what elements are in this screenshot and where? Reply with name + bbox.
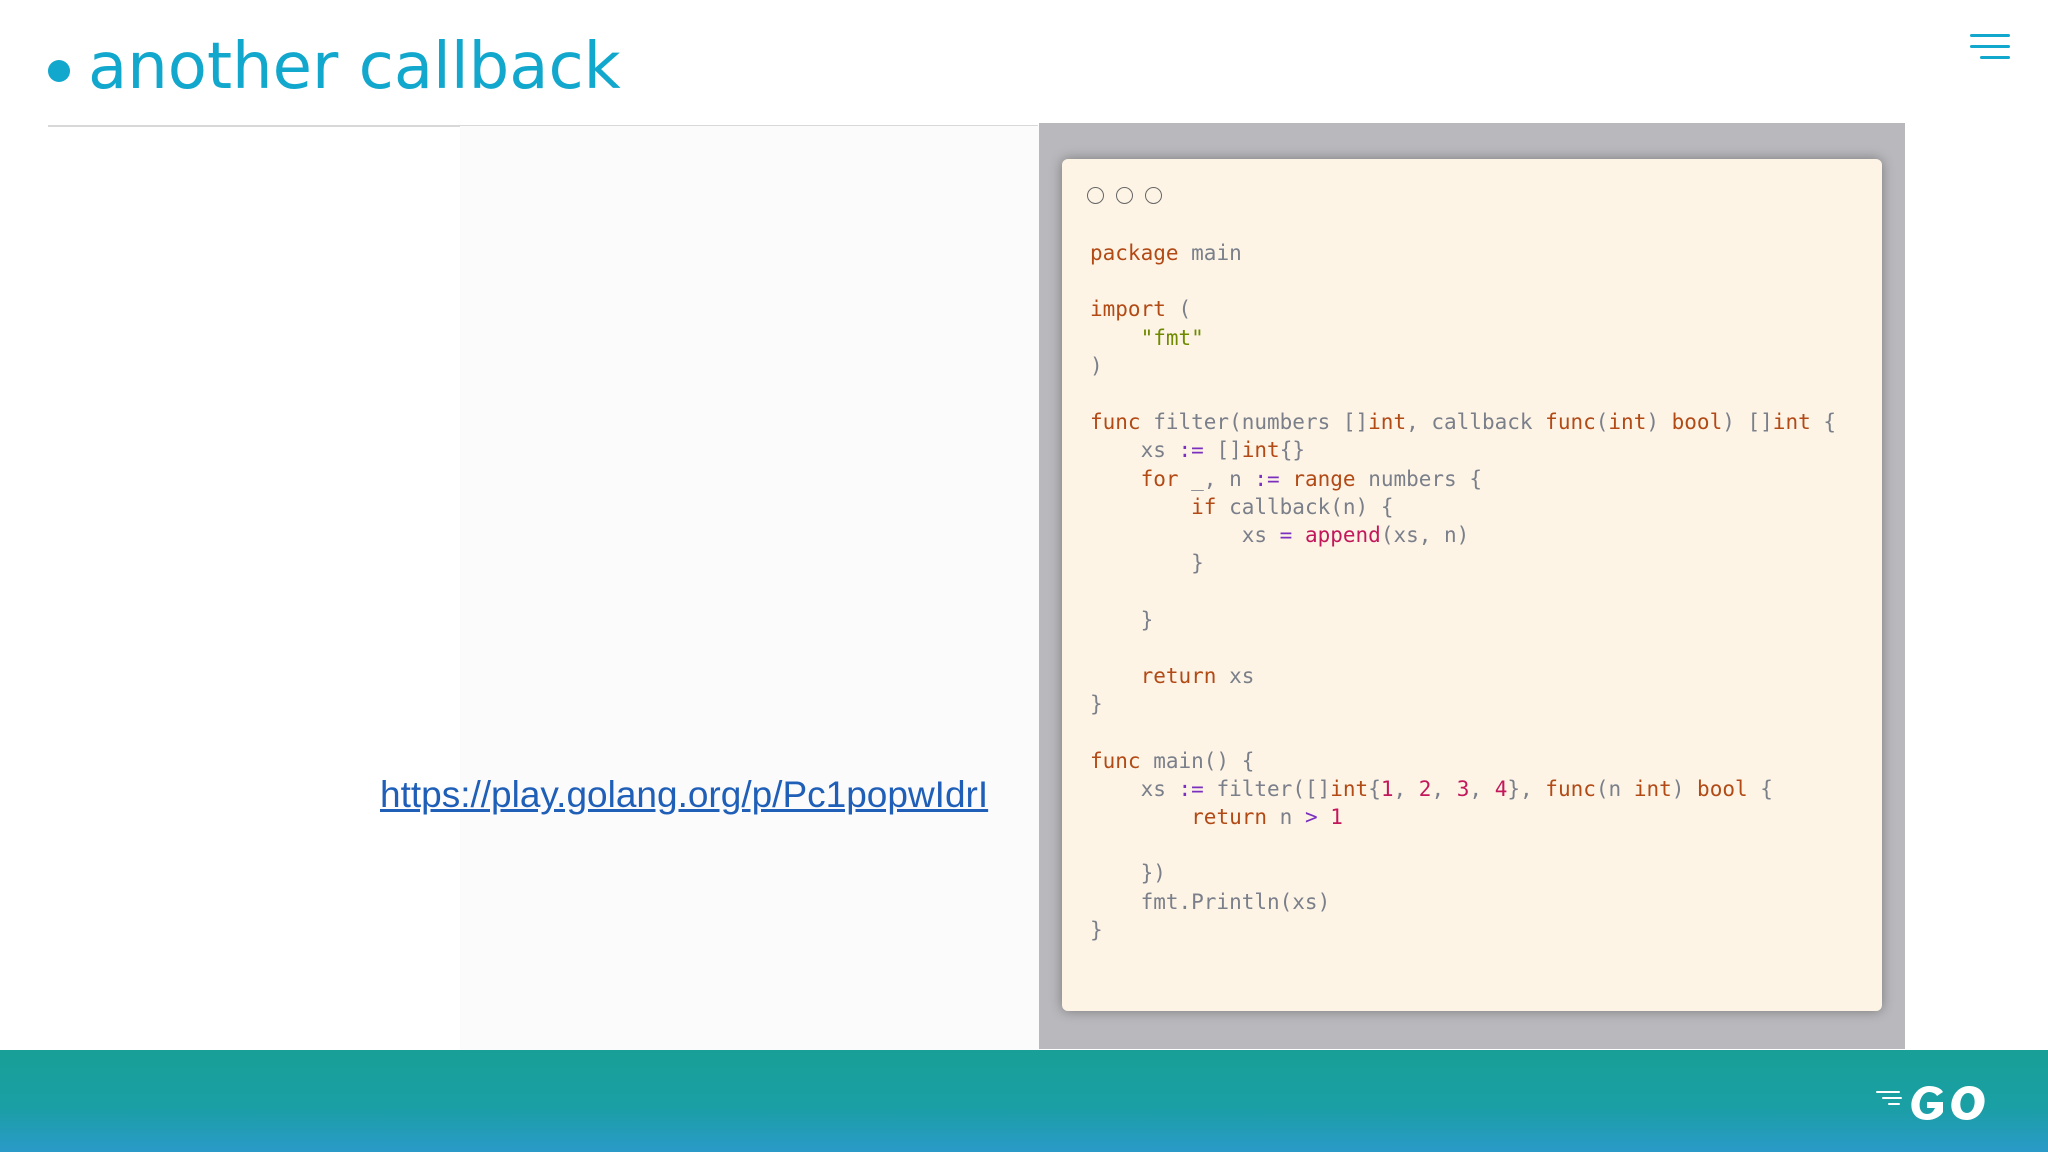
window-control-circle: [1116, 187, 1133, 204]
left-panel-background: [460, 126, 1040, 1050]
playground-link[interactable]: https://play.golang.org/p/Pc1popwIdrI: [380, 774, 988, 816]
slide-title: another callback: [48, 22, 621, 112]
menu-icon[interactable]: [1970, 30, 2010, 62]
title-bullet: [48, 60, 70, 82]
slide-title-text: another callback: [88, 30, 621, 104]
window-control-circle: [1087, 187, 1104, 204]
code-window: package main import ( "fmt" ) func filte…: [1062, 159, 1882, 1011]
code-block: package main import ( "fmt" ) func filte…: [1090, 241, 1837, 942]
go-logo: [1876, 1086, 1985, 1120]
window-control-circle: [1145, 187, 1162, 204]
code-screenshot-frame: package main import ( "fmt" ) func filte…: [1039, 123, 1905, 1049]
window-controls: [1087, 187, 1162, 204]
footer-bar: [0, 1050, 2048, 1152]
